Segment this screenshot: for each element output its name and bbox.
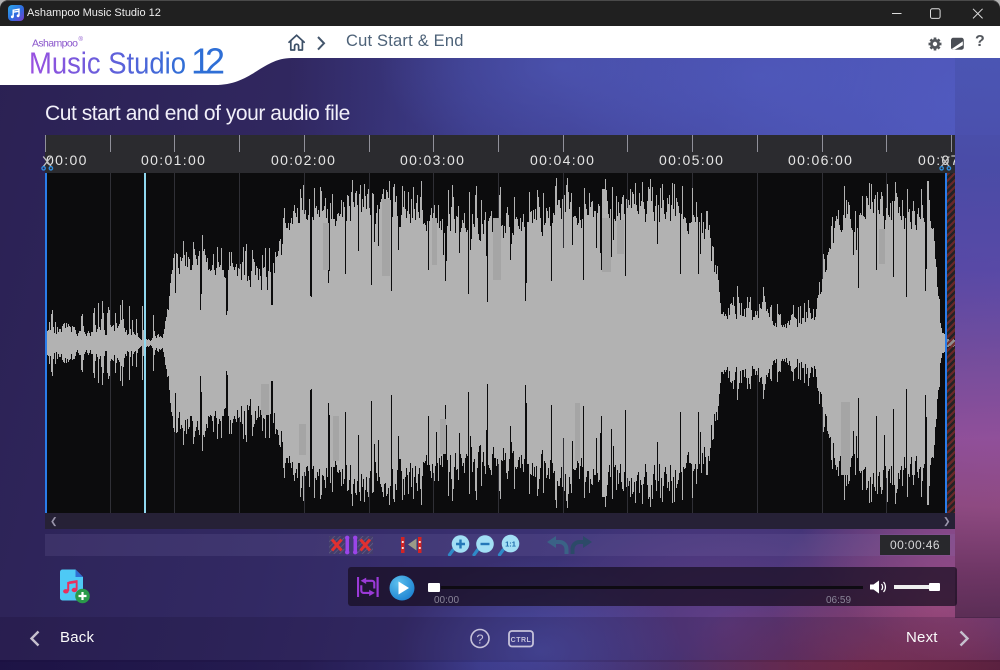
- svg-text:1:1: 1:1: [505, 539, 516, 548]
- svg-text:?: ?: [476, 632, 483, 647]
- svg-text:®: ®: [79, 36, 84, 43]
- svg-text:12: 12: [191, 41, 225, 82]
- svg-text:Music Studio: Music Studio: [29, 46, 186, 81]
- svg-text:CTRL: CTRL: [511, 637, 532, 644]
